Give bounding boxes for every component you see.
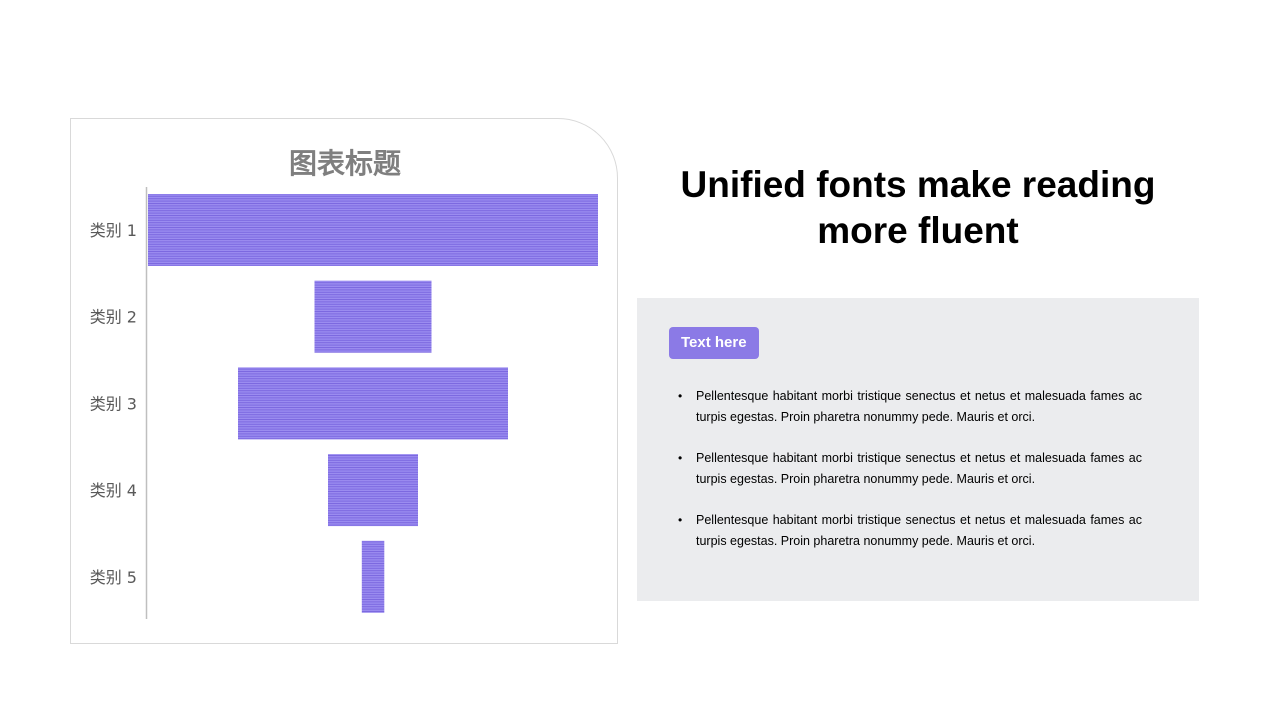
bullet-item: • Pellentesque habitant morbi tristique s… [678,448,1142,490]
funnel-bar-2 [314,280,432,353]
category-label-1: 类别 1 [90,221,137,240]
bullet-text: Pellentesque habitant morbi tristique se… [696,389,1142,424]
bullet-item: • Pellentesque habitant morbi tristique s… [678,510,1142,552]
bullet-dot-icon: • [678,451,683,465]
category-label-group: 类别 1 类别 2 类别 3 类别 4 类别 5 [90,221,137,587]
chart-title: 图表标题 [289,147,401,180]
info-panel: Text here • Pellentesque habitant morbi t… [637,298,1199,601]
funnel-bar-1 [148,194,598,266]
bullet-item: • Pellentesque habitant morbi tristique s… [678,386,1142,428]
bullet-dot-icon: • [678,513,683,527]
funnel-chart: 图表标题 类别 1 类别 2 类别 3 类别 4 类别 5 [90,147,598,619]
category-label-4: 类别 4 [90,481,137,500]
category-label-5: 类别 5 [90,568,137,587]
bullet-text: Pellentesque habitant morbi tristique se… [696,513,1142,548]
funnel-bar-3 [238,367,508,440]
chart-card: 图表标题 类别 1 类别 2 类别 3 类别 4 类别 5 [70,118,618,644]
headline: Unified fonts make reading more fluent [638,162,1198,254]
bar-group [148,194,598,613]
bullet-list: • Pellentesque habitant morbi tristique s… [678,386,1142,572]
funnel-bar-4 [328,454,418,527]
bullet-text: Pellentesque habitant morbi tristique se… [696,451,1142,486]
category-label-2: 类别 2 [90,308,137,327]
headline-line-1: Unified fonts make reading [680,164,1156,205]
category-label-3: 类别 3 [90,394,137,413]
bullet-dot-icon: • [678,389,683,403]
text-tag: Text here [669,327,759,359]
funnel-bar-5 [361,540,385,613]
headline-line-2: more fluent [817,210,1019,251]
